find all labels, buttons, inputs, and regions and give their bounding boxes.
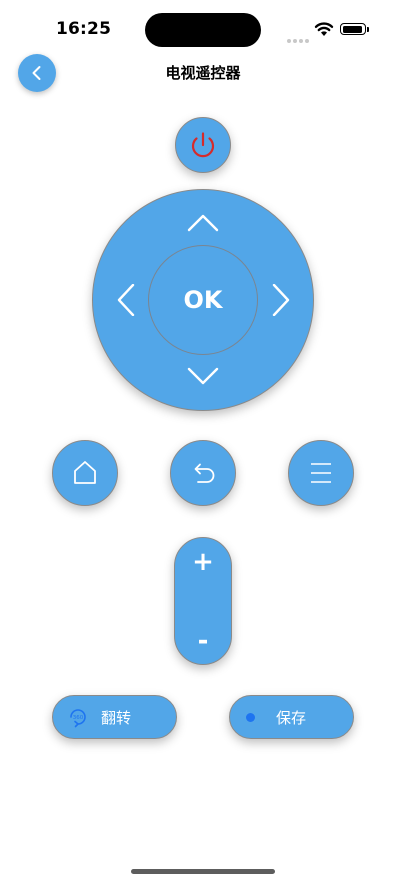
- volume-down-button[interactable]: -: [174, 626, 232, 656]
- svg-text:360: 360: [73, 715, 84, 721]
- status-dot: [246, 712, 255, 722]
- dpad-right-button[interactable]: [266, 283, 298, 317]
- return-button[interactable]: [170, 440, 236, 506]
- undo-arrow-icon: [194, 463, 215, 483]
- ok-button[interactable]: OK: [148, 245, 258, 355]
- dynamic-island: [145, 13, 261, 47]
- power-icon: [191, 132, 215, 158]
- back-button[interactable]: [18, 54, 56, 92]
- menu-icon: [311, 463, 331, 483]
- page-title: 电视遥控器: [165, 64, 241, 82]
- status-time: 16:25: [56, 19, 112, 39]
- chevron-up-icon: [187, 214, 219, 232]
- battery-cap: [367, 27, 369, 32]
- flip-label: 翻转: [101, 708, 132, 727]
- battery-icon: [340, 23, 366, 35]
- ok-label: OK: [183, 286, 223, 314]
- dpad-down-button[interactable]: [187, 361, 219, 393]
- home-icon: [74, 461, 96, 484]
- flip-button[interactable]: 360 翻转: [52, 695, 177, 739]
- chevron-left-icon: [32, 66, 41, 80]
- dpad-left-button[interactable]: [108, 283, 140, 317]
- rotate-360-icon: 360: [70, 709, 86, 728]
- menu-button[interactable]: [288, 440, 354, 506]
- dpad-up-button[interactable]: [187, 205, 219, 237]
- save-button[interactable]: 保存: [229, 695, 354, 739]
- home-button[interactable]: [52, 440, 118, 506]
- volume-up-button[interactable]: +: [174, 547, 232, 577]
- save-label: 保存: [276, 708, 307, 727]
- power-button[interactable]: [175, 117, 231, 173]
- home-indicator: [131, 869, 275, 874]
- cellular-signal-icon: [287, 28, 313, 43]
- chevron-down-icon: [187, 367, 219, 385]
- chevron-right-icon: [272, 283, 290, 317]
- wifi-icon: [314, 21, 334, 37]
- chevron-left-icon: [117, 283, 135, 317]
